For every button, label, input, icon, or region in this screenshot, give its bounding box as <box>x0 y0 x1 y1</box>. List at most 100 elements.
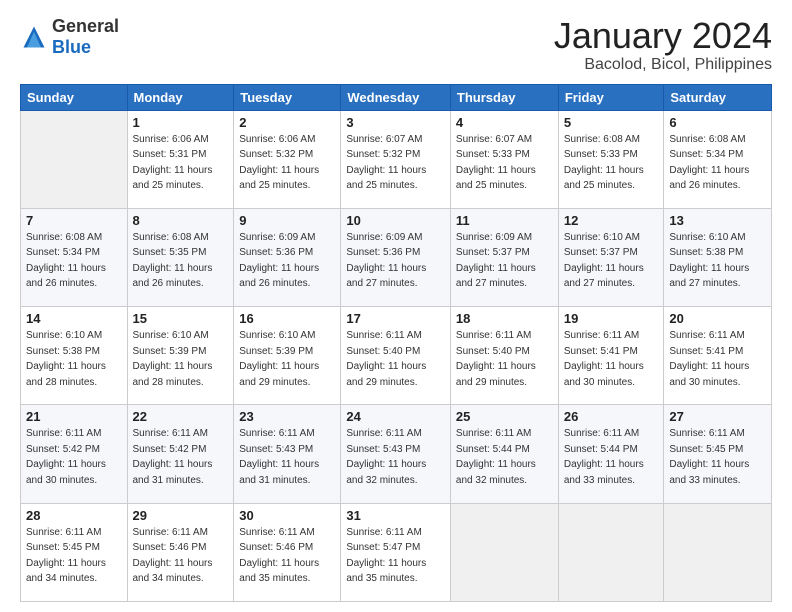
header: General Blue January 2024 Bacolod, Bicol… <box>20 16 772 74</box>
day-info: Sunrise: 6:11 AMSunset: 5:45 PMDaylight:… <box>26 525 122 587</box>
day-info: Sunrise: 6:10 AMSunset: 5:39 PMDaylight:… <box>239 328 335 390</box>
day-info: Sunrise: 6:09 AMSunset: 5:36 PMDaylight:… <box>346 230 445 292</box>
calendar-week-5: 28 Sunrise: 6:11 AMSunset: 5:45 PMDayligh… <box>21 503 772 601</box>
day-info: Sunrise: 6:11 AMSunset: 5:44 PMDaylight:… <box>564 426 659 488</box>
calendar-header-sunday: Sunday <box>21 84 128 110</box>
day-info: Sunrise: 6:10 AMSunset: 5:39 PMDaylight:… <box>133 328 229 390</box>
day-number: 30 <box>239 508 335 523</box>
day-number: 18 <box>456 311 553 326</box>
table-row: 15 Sunrise: 6:10 AMSunset: 5:39 PMDayligh… <box>127 307 234 405</box>
day-number: 14 <box>26 311 122 326</box>
table-row: 26Sunrise: 6:11 AMSunset: 5:44 PMDayligh… <box>558 405 664 503</box>
day-number: 10 <box>346 213 445 228</box>
day-info: Sunrise: 6:07 AMSunset: 5:33 PMDaylight:… <box>456 132 553 194</box>
day-info: Sunrise: 6:10 AMSunset: 5:38 PMDaylight:… <box>26 328 122 390</box>
calendar-week-3: 14 Sunrise: 6:10 AMSunset: 5:38 PMDayligh… <box>21 307 772 405</box>
table-row: 13 Sunrise: 6:10 AMSunset: 5:38 PMDayligh… <box>664 208 772 306</box>
day-info: Sunrise: 6:06 AMSunset: 5:31 PMDaylight:… <box>133 132 229 194</box>
day-number: 15 <box>133 311 229 326</box>
day-number: 24 <box>346 409 445 424</box>
table-row: 23 Sunrise: 6:11 AMSunset: 5:43 PMDayligh… <box>234 405 341 503</box>
day-info: Sunrise: 6:11 AMSunset: 5:47 PMDaylight:… <box>346 525 445 587</box>
day-info: Sunrise: 6:11 AMSunset: 5:46 PMDaylight:… <box>239 525 335 587</box>
day-number: 7 <box>26 213 122 228</box>
table-row: 1Sunrise: 6:06 AMSunset: 5:31 PMDaylight… <box>127 110 234 208</box>
table-row: 3 Sunrise: 6:07 AMSunset: 5:32 PMDaylight… <box>341 110 451 208</box>
day-number: 29 <box>133 508 229 523</box>
calendar-header-thursday: Thursday <box>450 84 558 110</box>
day-info: Sunrise: 6:11 AMSunset: 5:43 PMDaylight:… <box>239 426 335 488</box>
day-number: 13 <box>669 213 766 228</box>
day-info: Sunrise: 6:11 AMSunset: 5:46 PMDaylight:… <box>133 525 229 587</box>
day-info: Sunrise: 6:06 AMSunset: 5:32 PMDaylight:… <box>239 132 335 194</box>
table-row <box>664 503 772 601</box>
day-number: 6 <box>669 115 766 130</box>
table-row: 28 Sunrise: 6:11 AMSunset: 5:45 PMDayligh… <box>21 503 128 601</box>
day-number: 3 <box>346 115 445 130</box>
table-row <box>21 110 128 208</box>
table-row: 22 Sunrise: 6:11 AMSunset: 5:42 PMDayligh… <box>127 405 234 503</box>
table-row: 18Sunrise: 6:11 AMSunset: 5:40 PMDayligh… <box>450 307 558 405</box>
calendar-header-row: SundayMondayTuesdayWednesdayThursdayFrid… <box>21 84 772 110</box>
day-info: Sunrise: 6:11 AMSunset: 5:42 PMDaylight:… <box>26 426 122 488</box>
table-row: 6 Sunrise: 6:08 AMSunset: 5:34 PMDaylight… <box>664 110 772 208</box>
logo-icon <box>20 23 48 51</box>
day-number: 8 <box>133 213 229 228</box>
day-number: 2 <box>239 115 335 130</box>
table-row: 19Sunrise: 6:11 AMSunset: 5:41 PMDayligh… <box>558 307 664 405</box>
table-row: 29 Sunrise: 6:11 AMSunset: 5:46 PMDayligh… <box>127 503 234 601</box>
day-info: Sunrise: 6:11 AMSunset: 5:41 PMDaylight:… <box>564 328 659 390</box>
day-info: Sunrise: 6:11 AMSunset: 5:41 PMDaylight:… <box>669 328 766 390</box>
day-number: 17 <box>346 311 445 326</box>
day-info: Sunrise: 6:10 AMSunset: 5:37 PMDaylight:… <box>564 230 659 292</box>
day-info: Sunrise: 6:11 AMSunset: 5:42 PMDaylight:… <box>133 426 229 488</box>
logo-text: General Blue <box>52 16 119 58</box>
table-row: 12 Sunrise: 6:10 AMSunset: 5:37 PMDayligh… <box>558 208 664 306</box>
day-info: Sunrise: 6:08 AMSunset: 5:34 PMDaylight:… <box>669 132 766 194</box>
day-number: 28 <box>26 508 122 523</box>
day-number: 31 <box>346 508 445 523</box>
day-number: 22 <box>133 409 229 424</box>
day-number: 12 <box>564 213 659 228</box>
month-title: January 2024 <box>554 16 772 56</box>
day-number: 25 <box>456 409 553 424</box>
logo: General Blue <box>20 16 119 58</box>
day-info: Sunrise: 6:07 AMSunset: 5:32 PMDaylight:… <box>346 132 445 194</box>
table-row: 30 Sunrise: 6:11 AMSunset: 5:46 PMDayligh… <box>234 503 341 601</box>
day-info: Sunrise: 6:10 AMSunset: 5:38 PMDaylight:… <box>669 230 766 292</box>
table-row: 25Sunrise: 6:11 AMSunset: 5:44 PMDayligh… <box>450 405 558 503</box>
table-row: 31 Sunrise: 6:11 AMSunset: 5:47 PMDayligh… <box>341 503 451 601</box>
calendar-header-tuesday: Tuesday <box>234 84 341 110</box>
day-number: 5 <box>564 115 659 130</box>
day-number: 27 <box>669 409 766 424</box>
day-info: Sunrise: 6:08 AMSunset: 5:33 PMDaylight:… <box>564 132 659 194</box>
table-row: 24Sunrise: 6:11 AMSunset: 5:43 PMDayligh… <box>341 405 451 503</box>
location: Bacolod, Bicol, Philippines <box>554 56 772 74</box>
day-number: 9 <box>239 213 335 228</box>
day-info: Sunrise: 6:11 AMSunset: 5:40 PMDaylight:… <box>346 328 445 390</box>
day-info: Sunrise: 6:08 AMSunset: 5:35 PMDaylight:… <box>133 230 229 292</box>
day-number: 23 <box>239 409 335 424</box>
table-row: 11Sunrise: 6:09 AMSunset: 5:37 PMDayligh… <box>450 208 558 306</box>
table-row: 20 Sunrise: 6:11 AMSunset: 5:41 PMDayligh… <box>664 307 772 405</box>
day-number: 4 <box>456 115 553 130</box>
calendar-header-friday: Friday <box>558 84 664 110</box>
day-info: Sunrise: 6:11 AMSunset: 5:45 PMDaylight:… <box>669 426 766 488</box>
day-number: 20 <box>669 311 766 326</box>
table-row <box>558 503 664 601</box>
day-number: 21 <box>26 409 122 424</box>
table-row: 17 Sunrise: 6:11 AMSunset: 5:40 PMDayligh… <box>341 307 451 405</box>
day-info: Sunrise: 6:09 AMSunset: 5:37 PMDaylight:… <box>456 230 553 292</box>
day-info: Sunrise: 6:09 AMSunset: 5:36 PMDaylight:… <box>239 230 335 292</box>
day-number: 16 <box>239 311 335 326</box>
calendar-header-wednesday: Wednesday <box>341 84 451 110</box>
table-row: 16 Sunrise: 6:10 AMSunset: 5:39 PMDayligh… <box>234 307 341 405</box>
logo-blue: Blue <box>52 37 91 57</box>
table-row: 9 Sunrise: 6:09 AMSunset: 5:36 PMDaylight… <box>234 208 341 306</box>
logo-general: General <box>52 16 119 36</box>
table-row: 5 Sunrise: 6:08 AMSunset: 5:33 PMDaylight… <box>558 110 664 208</box>
table-row <box>450 503 558 601</box>
title-block: January 2024 Bacolod, Bicol, Philippines <box>554 16 772 74</box>
table-row: 4 Sunrise: 6:07 AMSunset: 5:33 PMDaylight… <box>450 110 558 208</box>
calendar-header-monday: Monday <box>127 84 234 110</box>
